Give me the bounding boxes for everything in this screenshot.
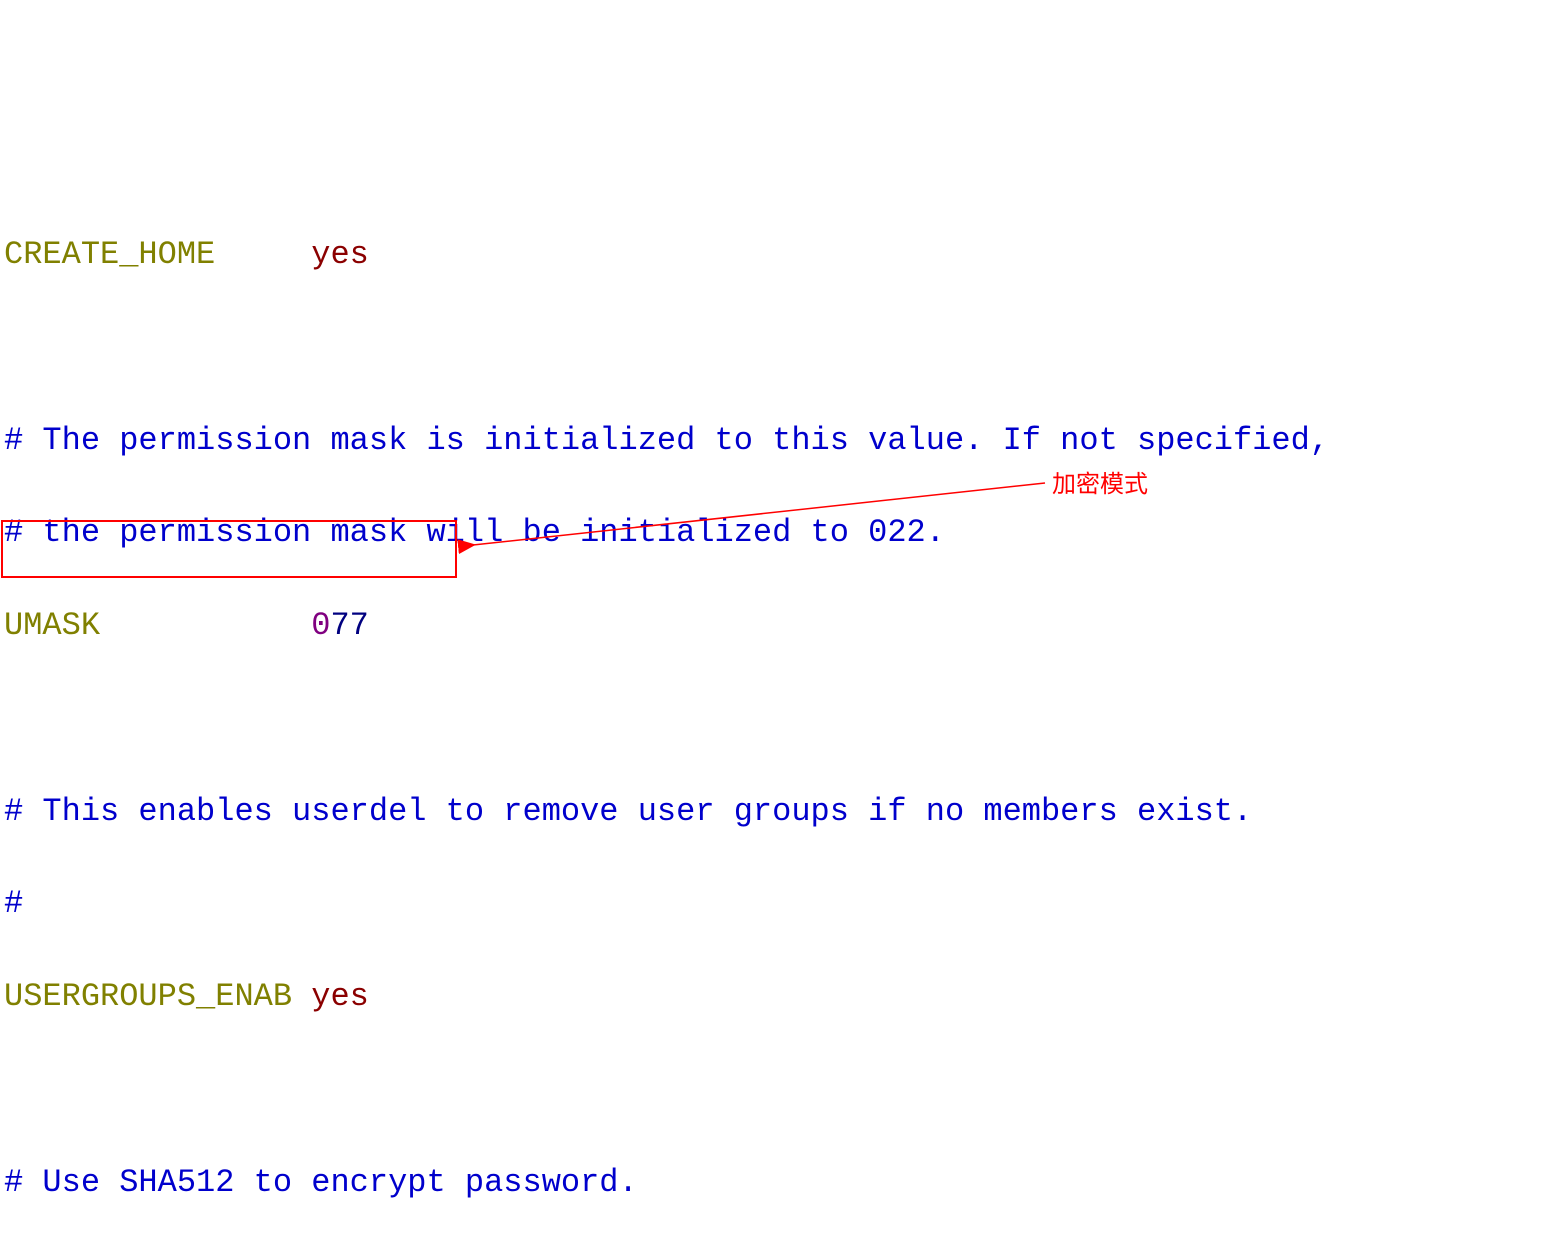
line-usergroups: USERGROUPS_ENAB yes bbox=[4, 974, 1548, 1020]
line-create-home: CREATE_HOME yes bbox=[4, 232, 1548, 278]
blank-line bbox=[4, 696, 1548, 742]
line-umask: UMASK 077 bbox=[4, 603, 1548, 649]
comment-line: # the permission mask will be initialize… bbox=[4, 510, 1548, 556]
line-encrypt-method: ENCRYPT_METHOD SHA512 bbox=[4, 1253, 1548, 1254]
config-key: UMASK bbox=[4, 607, 100, 644]
comment-line: # This enables userdel to remove user gr… bbox=[4, 789, 1548, 835]
config-value: yes bbox=[311, 236, 369, 273]
config-key: CREATE_HOME bbox=[4, 236, 215, 273]
config-file-content: CREATE_HOME yes # The permission mask is… bbox=[0, 186, 1548, 1254]
config-value: yes bbox=[311, 978, 369, 1015]
blank-line bbox=[4, 1067, 1548, 1113]
comment-line: # Use SHA512 to encrypt password. bbox=[4, 1160, 1548, 1206]
blank-line bbox=[4, 325, 1548, 371]
config-key: USERGROUPS_ENAB bbox=[4, 978, 292, 1015]
comment-line: # The permission mask is initialized to … bbox=[4, 418, 1548, 464]
comment-line: # bbox=[4, 881, 1548, 927]
config-value: 77 bbox=[330, 607, 368, 644]
annotation-label: 加密模式 bbox=[1052, 468, 1148, 503]
